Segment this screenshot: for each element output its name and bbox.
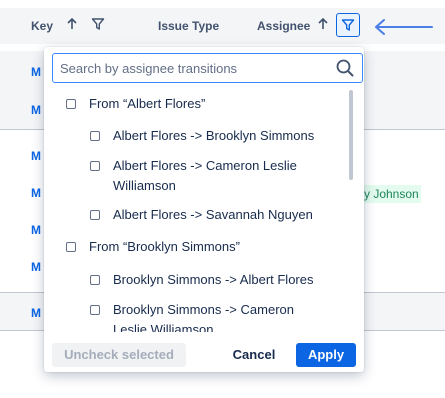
- transition-label: Brooklyn Simmons -> Albert Flores: [113, 272, 314, 287]
- filter-icon: [341, 19, 355, 31]
- transition-label: Albert Flores -> Brooklyn Simmons: [113, 128, 315, 143]
- column-header-assignee[interactable]: Assignee: [257, 19, 310, 33]
- uncheck-selected-button[interactable]: Uncheck selected: [52, 343, 186, 367]
- transition-label: Albert Flores -> Cameron Leslie Williams…: [113, 158, 297, 193]
- sort-arrow-up-icon[interactable]: [65, 17, 79, 31]
- assignee-badge: y Johnson: [362, 185, 421, 203]
- checkbox[interactable]: [90, 161, 100, 171]
- group-option-brooklyn-simmons[interactable]: From “Brooklyn Simmons”: [66, 237, 240, 257]
- search-icon: [336, 59, 354, 77]
- table-row-key[interactable]: M: [31, 65, 41, 79]
- table-row-key[interactable]: M: [31, 260, 41, 274]
- scrollbar-thumb[interactable]: [349, 90, 353, 180]
- checkbox[interactable]: [90, 275, 100, 285]
- filter-icon[interactable]: [91, 17, 105, 31]
- checkbox[interactable]: [66, 242, 76, 252]
- transition-option[interactable]: Albert Flores -> Cameron Leslie Williams…: [90, 156, 320, 196]
- group-option-albert-flores[interactable]: From “Albert Flores”: [66, 94, 205, 114]
- table-row-key[interactable]: M: [31, 186, 41, 200]
- assignee-filter-button[interactable]: [336, 13, 360, 37]
- sort-arrow-up-icon[interactable]: [316, 17, 330, 31]
- transition-list: From “Albert Flores” Albert Flores -> Br…: [44, 87, 364, 332]
- column-header-key[interactable]: Key: [31, 19, 53, 33]
- cancel-button[interactable]: Cancel: [224, 343, 284, 367]
- table-row-key[interactable]: M: [31, 149, 41, 163]
- checkbox[interactable]: [90, 210, 100, 220]
- assignee-transition-filter-popup: From “Albert Flores” Albert Flores -> Br…: [44, 47, 364, 372]
- apply-button[interactable]: Apply: [296, 343, 356, 367]
- column-header-issue-type[interactable]: Issue Type: [158, 19, 219, 33]
- transition-option[interactable]: Brooklyn Simmons -> Albert Flores: [90, 270, 340, 290]
- search-input[interactable]: [54, 55, 324, 81]
- group-label: From “Albert Flores”: [89, 96, 206, 111]
- table-row-key[interactable]: M: [31, 306, 41, 320]
- transition-option[interactable]: Albert Flores -> Savannah Nguyen: [90, 205, 340, 225]
- checkbox[interactable]: [90, 131, 100, 141]
- search-box: [52, 53, 363, 83]
- checkbox[interactable]: [66, 99, 76, 109]
- popup-footer: Uncheck selected Cancel Apply: [44, 343, 364, 369]
- transition-option[interactable]: Albert Flores -> Brooklyn Simmons: [90, 126, 340, 146]
- transition-option[interactable]: Brooklyn Simmons -> Cameron Leslie Willi…: [90, 300, 310, 332]
- transition-label: Albert Flores -> Savannah Nguyen: [113, 207, 313, 222]
- transition-label: Brooklyn Simmons -> Cameron Leslie Willi…: [113, 302, 294, 332]
- group-label: From “Brooklyn Simmons”: [89, 239, 240, 254]
- left-arrow-annotation-icon: [375, 19, 433, 35]
- table-row-key[interactable]: M: [31, 223, 41, 237]
- checkbox[interactable]: [90, 305, 100, 315]
- table-row-key[interactable]: M: [31, 103, 41, 117]
